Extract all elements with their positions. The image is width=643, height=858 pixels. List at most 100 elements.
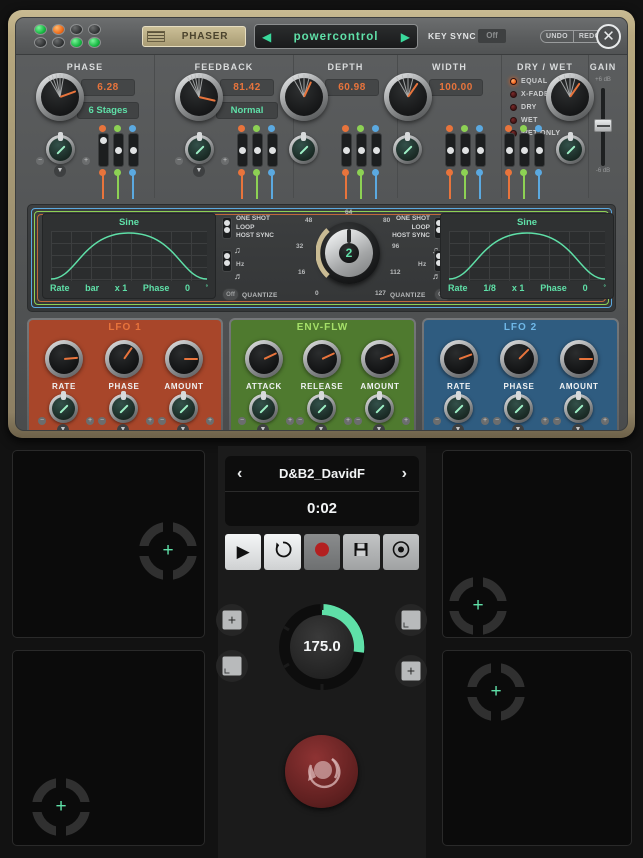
xy-pad-top-left[interactable]: +: [12, 450, 205, 638]
gain-fader-handle[interactable]: [594, 119, 612, 132]
env-attack-plus[interactable]: +: [286, 417, 294, 425]
xy-cursor[interactable]: +: [466, 662, 526, 722]
env-amount-plus[interactable]: +: [402, 417, 410, 425]
steps-knob[interactable]: 2: [316, 222, 380, 284]
loop-button[interactable]: [264, 534, 301, 570]
close-icon[interactable]: ✕: [596, 24, 621, 49]
lfo1-mode-switch[interactable]: [222, 217, 232, 239]
led-1[interactable]: [34, 24, 47, 35]
lfo2-rate-knob[interactable]: [440, 340, 478, 378]
lfo1-mult-value[interactable]: x 1: [115, 283, 128, 293]
mod-minus-button[interactable]: −: [36, 157, 44, 165]
mod-plus-button[interactable]: +: [221, 157, 229, 165]
host-preset-name[interactable]: D&B2_DavidF: [279, 466, 365, 481]
record-loop-button[interactable]: [285, 735, 358, 808]
xy-pad-top-right[interactable]: +: [442, 450, 632, 638]
mod-dropdown-icon[interactable]: ▼: [193, 165, 205, 177]
lfo1-sync-switch[interactable]: [222, 250, 232, 272]
mod-minus-button[interactable]: −: [175, 157, 183, 165]
lfo1-phase-plus[interactable]: +: [146, 417, 154, 425]
env-attack-knob[interactable]: [245, 340, 283, 378]
play-button[interactable]: ▶: [225, 534, 262, 570]
xy-pad-bottom-right[interactable]: +: [442, 650, 632, 846]
param-phase-mode[interactable]: 6 Stages: [77, 102, 139, 119]
plugin-slot-name[interactable]: PHASER: [142, 26, 246, 47]
mod-switch-3[interactable]: [475, 133, 486, 167]
led-7[interactable]: [70, 37, 83, 48]
add-left-top-button[interactable]: +: [216, 604, 248, 636]
mod-switch-3[interactable]: [534, 133, 545, 167]
lfo1-amount-plus[interactable]: +: [206, 417, 214, 425]
lfo2-amount-plus[interactable]: +: [601, 417, 609, 425]
param-width-value[interactable]: 100.00: [429, 79, 483, 96]
lfo2-phase-value[interactable]: 0: [583, 283, 588, 293]
lfo1-amount-dropdown-icon[interactable]: ▼: [177, 424, 189, 430]
mod-switch-1[interactable]: [504, 133, 515, 167]
env-release-dropdown-icon[interactable]: ▼: [315, 424, 327, 430]
param-feedback-value[interactable]: 81.42: [220, 79, 274, 96]
lfo2-phase-dropdown-icon[interactable]: ▼: [512, 424, 524, 430]
mod-routing-switches[interactable]: [98, 133, 139, 167]
mod-switch-3[interactable]: [371, 133, 382, 167]
env-release-minus[interactable]: −: [296, 417, 304, 425]
param-width-mod-knob[interactable]: [393, 132, 422, 164]
add-right-bottom-button[interactable]: +: [395, 655, 427, 687]
mod-routing-switches[interactable]: [237, 133, 278, 167]
lfo1-wave-panel[interactable]: Sine Rate bar x 1 Phase 0 °: [42, 213, 216, 299]
led-5[interactable]: [34, 37, 47, 48]
lfo2-rate-plus[interactable]: +: [481, 417, 489, 425]
undo-button[interactable]: UNDO: [541, 31, 573, 42]
lfo1-amount-knob[interactable]: [165, 340, 203, 378]
lfo2-amount-knob[interactable]: [560, 340, 598, 378]
loop-right-top-button[interactable]: [395, 604, 427, 636]
mod-routing-switches[interactable]: [504, 133, 545, 167]
mod-dropdown-icon[interactable]: ▼: [54, 165, 66, 177]
lfo1-rate-knob[interactable]: [45, 340, 83, 378]
led-indicator-grid[interactable]: [32, 24, 103, 49]
mod-switch-1[interactable]: [237, 133, 248, 167]
lfo1-rate-dropdown-icon[interactable]: ▼: [57, 424, 69, 430]
lfo2-amount-dropdown-icon[interactable]: ▼: [572, 424, 584, 430]
preset-prev-icon[interactable]: ◀: [262, 31, 271, 43]
lfo2-phase-plus[interactable]: +: [541, 417, 549, 425]
mod-switch-2[interactable]: [460, 133, 471, 167]
save-button[interactable]: [343, 534, 380, 570]
param-width-knob[interactable]: [384, 73, 432, 121]
param-feedback-mod-knob[interactable]: [185, 132, 214, 164]
lfo2-rate-mod-knob[interactable]: [444, 391, 473, 423]
mod-switch-2[interactable]: [252, 133, 263, 167]
lfo2-rate-dropdown-icon[interactable]: ▼: [452, 424, 464, 430]
loop-left-bottom-button[interactable]: [216, 650, 248, 682]
lfo1-quantize-toggle[interactable]: Off: [222, 288, 239, 301]
preset-next-icon[interactable]: ▶: [401, 31, 410, 43]
mod-switch-2[interactable]: [356, 133, 367, 167]
xy-cursor[interactable]: +: [138, 521, 198, 581]
param-phase-value[interactable]: 6.28: [81, 79, 135, 96]
led-2[interactable]: [52, 24, 65, 35]
lfo2-phase-minus[interactable]: −: [493, 417, 501, 425]
lfo2-amount-minus[interactable]: −: [553, 417, 561, 425]
env-amount-minus[interactable]: −: [354, 417, 362, 425]
lfo2-rate-minus[interactable]: −: [433, 417, 441, 425]
lfo1-amount-mod-knob[interactable]: [169, 391, 198, 423]
preset-next-button[interactable]: ›: [402, 465, 407, 483]
record-button[interactable]: [303, 534, 341, 570]
lfo2-mult-value[interactable]: x 1: [512, 283, 525, 293]
lfo1-phase-dropdown-icon[interactable]: ▼: [117, 424, 129, 430]
xy-cursor[interactable]: +: [31, 777, 91, 837]
env-release-knob[interactable]: [303, 340, 341, 378]
mod-switch-1[interactable]: [98, 133, 109, 167]
mod-routing-switches[interactable]: [445, 133, 486, 167]
lfo1-rate-mod-knob[interactable]: [49, 391, 78, 423]
lfo2-phase-mod-knob[interactable]: [504, 391, 533, 423]
param-phase-mod-knob[interactable]: [46, 132, 75, 164]
settings-button[interactable]: [382, 534, 420, 570]
preset-prev-button[interactable]: ‹: [237, 465, 242, 483]
xy-pad-bottom-left[interactable]: +: [12, 650, 205, 846]
led-8[interactable]: [88, 37, 101, 48]
led-6[interactable]: [52, 37, 65, 48]
env-release-plus[interactable]: +: [344, 417, 352, 425]
mod-routing-switches[interactable]: [341, 133, 382, 167]
lfo2-waveform-graph[interactable]: [449, 231, 605, 281]
lfo1-rate-minus[interactable]: −: [38, 417, 46, 425]
